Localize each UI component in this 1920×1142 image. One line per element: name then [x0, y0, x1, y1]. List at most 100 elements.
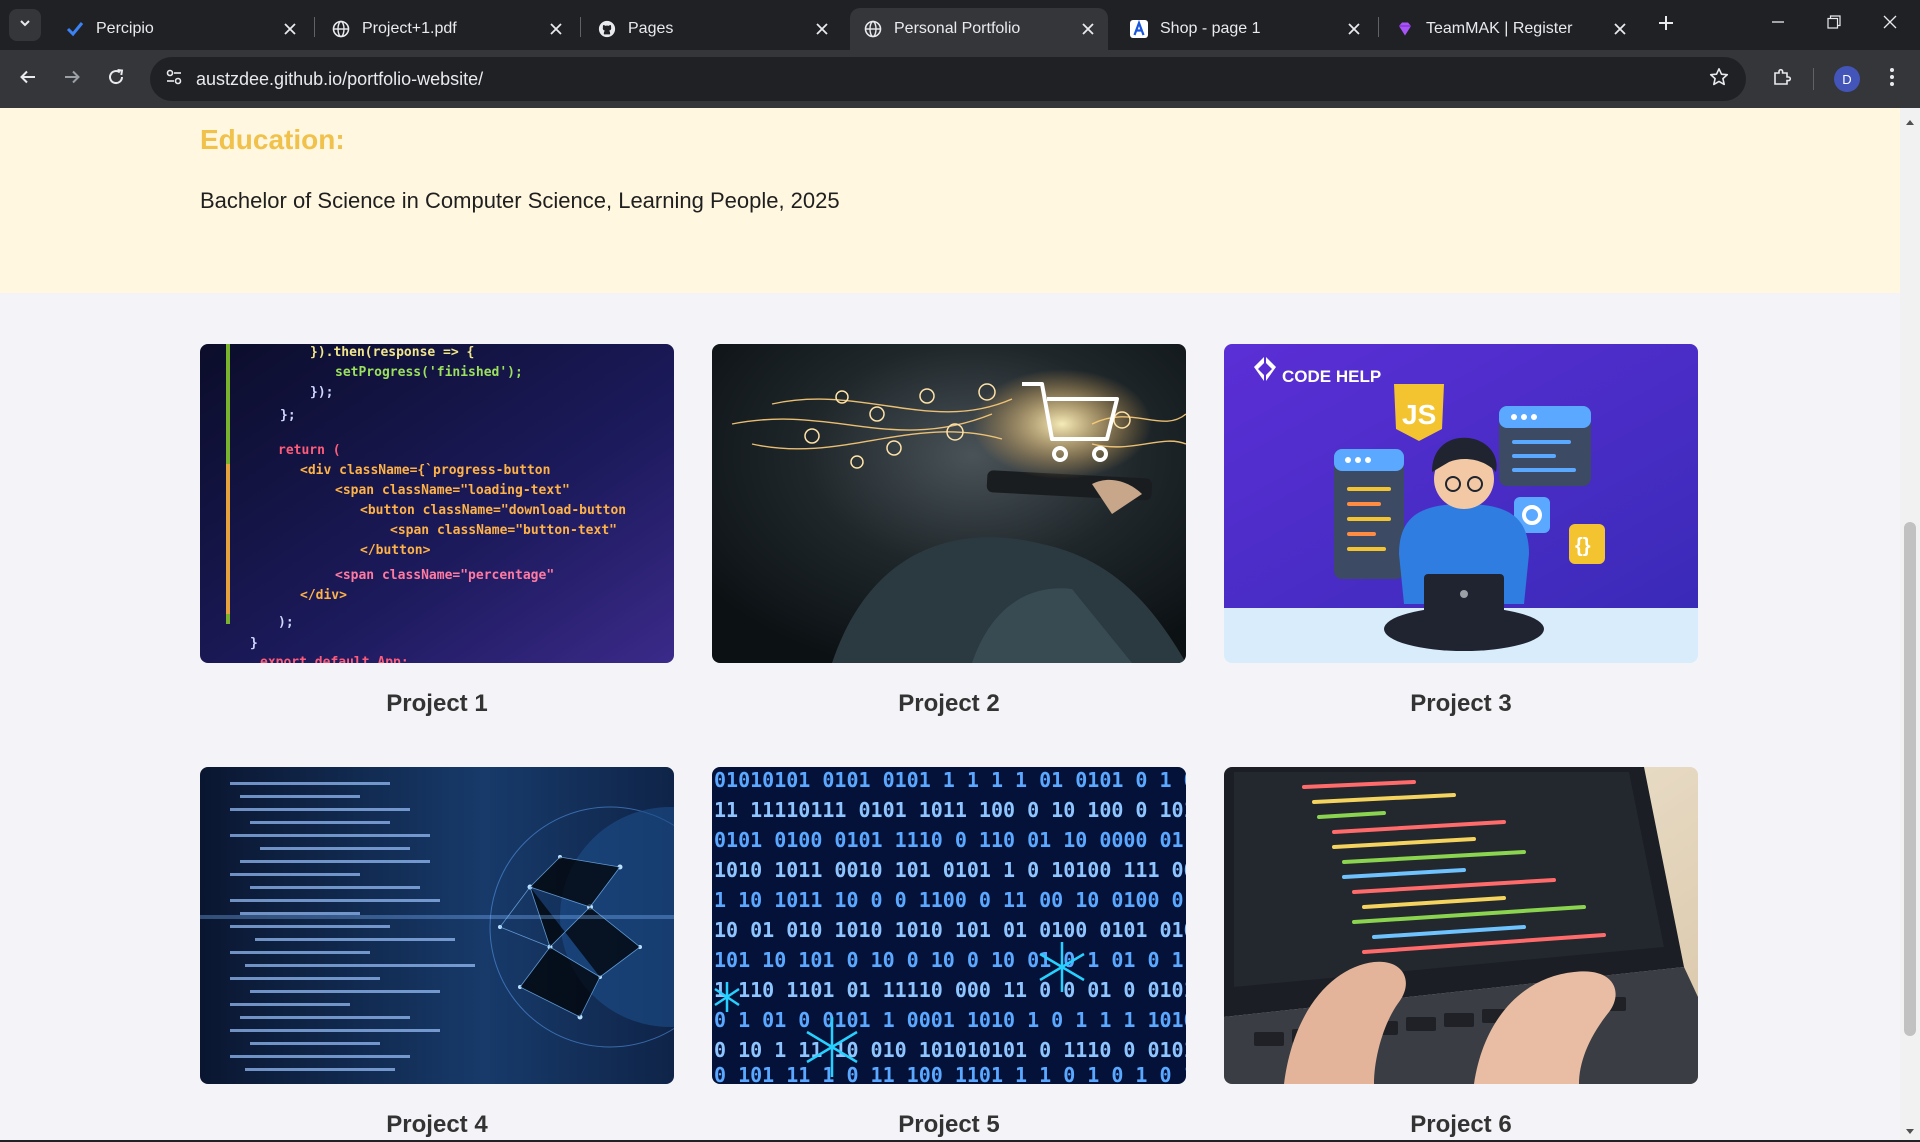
puzzle-icon: [1772, 67, 1792, 92]
globe-icon: [864, 20, 882, 38]
tab-title: Project+1.pdf: [362, 20, 457, 37]
svg-text:0 1 01 0 0101 1 0001 1010 1 0: 0 1 01 0 0101 1 0001 1010 1 0 1 1 1 1010: [714, 1008, 1186, 1032]
reload-icon: [107, 68, 125, 91]
project-5-title[interactable]: Project 5: [712, 1111, 1186, 1139]
project-6-title[interactable]: Project 6: [1224, 1111, 1698, 1139]
tab-percipio[interactable]: Percipio: [52, 8, 310, 50]
tab-title: Shop - page 1: [1160, 20, 1261, 37]
svg-text:0 101 11 1 0 11 100 1101 1 1 0: 0 101 11 1 0 11 100 1101 1 1 0 1 0 1 0 1…: [714, 1063, 1186, 1084]
scroll-down-arrow-icon[interactable]: [1904, 1124, 1916, 1134]
project-2-image[interactable]: [712, 344, 1186, 663]
svg-text:10 01 010 1010 1010 101 01 010: 10 01 010 1010 1010 101 01 0100 0101 010…: [714, 918, 1186, 942]
scrollbar-thumb[interactable]: [1904, 522, 1916, 1036]
project-4-image[interactable]: [200, 767, 674, 1084]
star-icon: [1709, 67, 1729, 92]
bookmark-button[interactable]: [1706, 66, 1732, 92]
svg-text:}).then(response => {: }).then(response => {: [310, 345, 474, 360]
svg-text:{}: {}: [1575, 535, 1591, 557]
svg-text:};: };: [280, 408, 296, 423]
svg-text:}: }: [250, 636, 258, 651]
tab-shop[interactable]: Shop - page 1: [1116, 8, 1374, 50]
close-window-button[interactable]: [1860, 0, 1920, 48]
tab-title: Pages: [628, 20, 674, 37]
url-text[interactable]: austzdee.github.io/portfolio-website/: [196, 69, 483, 90]
tab-teammak[interactable]: TeamMAK | Register: [1382, 8, 1640, 50]
svg-text:0 10 1 11 10 010 101010101 0 1: 0 10 1 11 10 010 101010101 0 1110 0 0101…: [714, 1038, 1186, 1062]
reload-button[interactable]: [100, 63, 132, 95]
menu-button[interactable]: [1878, 63, 1906, 95]
code-help-label: CODE HELP: [1282, 367, 1381, 386]
project-1-image[interactable]: }).then(response => { setProgress('finis…: [200, 344, 674, 663]
svg-text:</div>: </div>: [300, 588, 347, 603]
gem-icon: [1396, 20, 1414, 38]
tab-divider: [1378, 17, 1379, 37]
svg-text:<span className="button-text": <span className="button-text": [390, 523, 617, 538]
tab-title: Percipio: [96, 20, 154, 37]
browser-toolbar: austzdee.github.io/portfolio-website/ D: [0, 50, 1920, 108]
arrow-right-icon: [63, 68, 81, 91]
tab-title: TeamMAK | Register: [1426, 20, 1573, 37]
tab-divider: [314, 17, 315, 37]
project-3-title[interactable]: Project 3: [1224, 690, 1698, 718]
svg-text:1 110 1101 01 11110 000 11 0 0: 1 110 1101 01 11110 000 11 0 0 01 0 0101: [714, 978, 1186, 1002]
tab-project-pdf[interactable]: Project+1.pdf: [318, 8, 576, 50]
minimize-icon: [1771, 15, 1785, 34]
tab-personal-portfolio[interactable]: Personal Portfolio: [850, 8, 1108, 50]
svg-text:01010101 0101 0101 1 1 1 1 01: 01010101 0101 0101 1 1 1 1 01 0101 0 1 0: [714, 768, 1186, 792]
tune-icon: [165, 68, 183, 91]
close-icon[interactable]: [1610, 19, 1630, 39]
scroll-up-arrow-icon[interactable]: [1904, 114, 1916, 125]
restore-icon: [1827, 14, 1841, 34]
education-degree: Bachelor of Science in Computer Science,…: [200, 188, 840, 213]
education-heading: Education:: [200, 124, 345, 155]
close-icon[interactable]: [812, 19, 832, 39]
svg-text:11 11110111 0101 1011 100 0 10: 11 11110111 0101 1011 100 0 10 100 0 101…: [714, 798, 1186, 822]
close-icon: [1883, 15, 1897, 34]
new-tab-button[interactable]: [1652, 11, 1680, 39]
svg-text:<span className="loading-text": <span className="loading-text": [335, 483, 570, 498]
extensions-button[interactable]: [1766, 63, 1798, 95]
education-section: Education: Bachelor of Science in Comput…: [0, 108, 1900, 293]
page-viewport: Education: Bachelor of Science in Comput…: [0, 108, 1900, 1140]
tab-strip: Percipio Project+1.pdf Pages Personal Po…: [0, 0, 1920, 50]
project-1-title[interactable]: Project 1: [200, 690, 674, 718]
toolbar-divider: [1813, 68, 1814, 90]
percipio-icon: [66, 20, 84, 38]
svg-text:</button>: </button>: [360, 543, 431, 558]
site-info-button[interactable]: [160, 65, 188, 93]
tab-search-button[interactable]: [9, 9, 41, 41]
close-icon[interactable]: [1078, 19, 1098, 39]
back-button[interactable]: [12, 63, 44, 95]
arrow-left-icon: [19, 68, 37, 91]
svg-text:setProgress('finished');: setProgress('finished');: [335, 365, 523, 380]
svg-text:<span className="percentage": <span className="percentage": [335, 568, 554, 583]
svg-text:JS: JS: [1402, 399, 1436, 430]
svg-text:0101 0100 0101 1110 0 110 01 1: 0101 0100 0101 1110 0 110 01 10 0000 01 …: [714, 828, 1186, 852]
plus-icon: [1658, 15, 1674, 36]
svg-text:);: );: [278, 615, 294, 630]
tab-pages[interactable]: Pages: [584, 8, 842, 50]
minimize-button[interactable]: [1748, 0, 1808, 48]
page-scrollbar[interactable]: [1900, 108, 1920, 1140]
project-3-image[interactable]: CODE HELP JS {}: [1224, 344, 1698, 663]
restore-button[interactable]: [1804, 0, 1864, 48]
svg-text:});: });: [310, 385, 333, 400]
tab-divider: [580, 17, 581, 37]
svg-text:<button className="download-bu: <button className="download-button: [360, 503, 626, 518]
svg-text:<div className={`progress-butt: <div className={`progress-button: [300, 463, 550, 478]
address-bar[interactable]: austzdee.github.io/portfolio-website/: [150, 57, 1746, 101]
project-6-image[interactable]: [1224, 767, 1698, 1084]
tab-title: Personal Portfolio: [894, 20, 1021, 37]
svg-text:1 10 1011 10 0 0 1100 0 11 00: 1 10 1011 10 0 0 1100 0 11 00 10 0100 0 …: [714, 888, 1186, 912]
profile-avatar[interactable]: D: [1834, 66, 1860, 92]
forward-button[interactable]: [56, 63, 88, 95]
globe-icon: [332, 20, 350, 38]
close-icon[interactable]: [546, 19, 566, 39]
project-4-title[interactable]: Project 4: [200, 1111, 674, 1139]
close-icon[interactable]: [280, 19, 300, 39]
project-2-title[interactable]: Project 2: [712, 690, 1186, 718]
close-icon[interactable]: [1344, 19, 1364, 39]
svg-text:1010 1011 0010 101 0101 1 0 10: 1010 1011 0010 101 0101 1 0 10100 111 00…: [714, 858, 1186, 882]
letter-a-icon: [1130, 20, 1148, 38]
project-5-image[interactable]: 01010101 0101 0101 1 1 1 1 01 0101 0 1 0…: [712, 767, 1186, 1084]
